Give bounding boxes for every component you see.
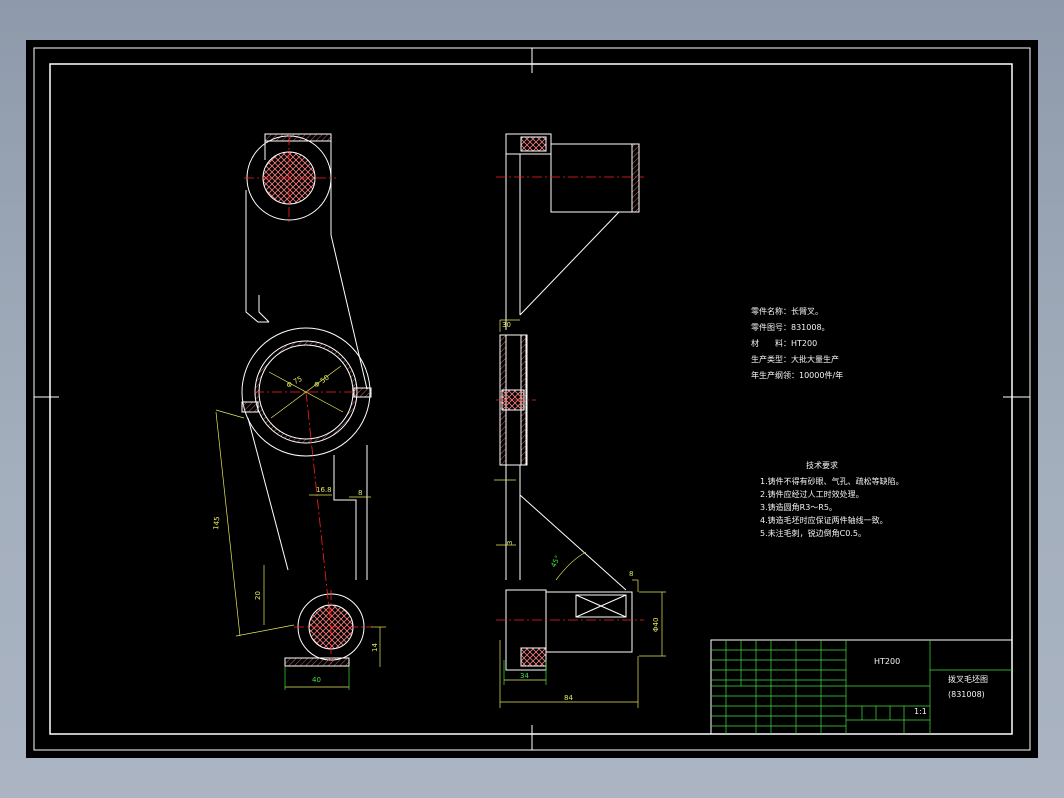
title-block <box>710 639 1013 735</box>
part-info-line-5: 年生产纲领：10000件/年 <box>751 370 843 380</box>
side-dim-8: 8 <box>629 570 633 578</box>
dim-40: 40 <box>312 676 321 684</box>
dim-145: 145 <box>212 516 221 530</box>
tech-req-title: 技术要求 <box>806 460 838 470</box>
tech-req-item: 3.铸造圆角R3～R5。 <box>760 502 837 512</box>
dim-16: 16.8 <box>316 486 332 494</box>
title-block-name: 拨叉毛坯图 <box>948 674 988 684</box>
dim-20-small: 20 <box>254 591 262 600</box>
side-dim-84: 84 <box>564 694 573 702</box>
dim-14: 14 <box>371 643 379 652</box>
technical-requirements: 技术要求 1.铸件不得有砂眼、气孔、疏松等缺陷。 2.铸件应经过人工时效处理。 … <box>760 460 904 538</box>
drawing-border <box>33 47 1031 751</box>
part-info-line-4: 生产类型：大批大量生产 <box>751 354 839 364</box>
technical-drawing: Φ 75 Φ 50 145 16.8 8 20 40 14 30 3 45° 8… <box>33 47 1031 751</box>
part-info-line-1: 零件名称：长臂叉。 <box>751 306 823 316</box>
tech-req-item: 5.未注毛刺，锐边倒角C0.5。 <box>760 528 866 538</box>
drawing-sheet: Φ 75 Φ 50 145 16.8 8 20 40 14 30 3 45° 8… <box>26 40 1038 758</box>
side-angle: 45° <box>550 554 563 569</box>
dim-8: 8 <box>358 489 362 497</box>
title-block-material: HT200 <box>874 657 900 666</box>
part-info-line-3: 材 料：HT200 <box>751 338 817 348</box>
title-block-drawing-no: (831008) <box>948 690 985 699</box>
side-dim-34: 34 <box>520 672 529 680</box>
tech-req-item: 2.铸件应经过人工时效处理。 <box>760 489 864 499</box>
side-dim-phi40: Φ40 <box>652 618 660 632</box>
tech-req-item: 1.铸件不得有砂眼、气孔、疏松等缺陷。 <box>760 476 904 486</box>
side-dim-30: 30 <box>502 321 511 329</box>
part-info: 零件名称：长臂叉。 零件图号：831008。 材 料：HT200 生产类型：大批… <box>751 306 843 380</box>
title-block-scale: 1:1 <box>914 707 927 716</box>
tech-req-item: 4.铸造毛坯时应保证两件轴线一致。 <box>760 515 888 525</box>
part-info-line-2: 零件图号：831008。 <box>751 322 830 332</box>
side-dim-3: 3 <box>506 541 514 545</box>
side-view <box>499 133 640 671</box>
